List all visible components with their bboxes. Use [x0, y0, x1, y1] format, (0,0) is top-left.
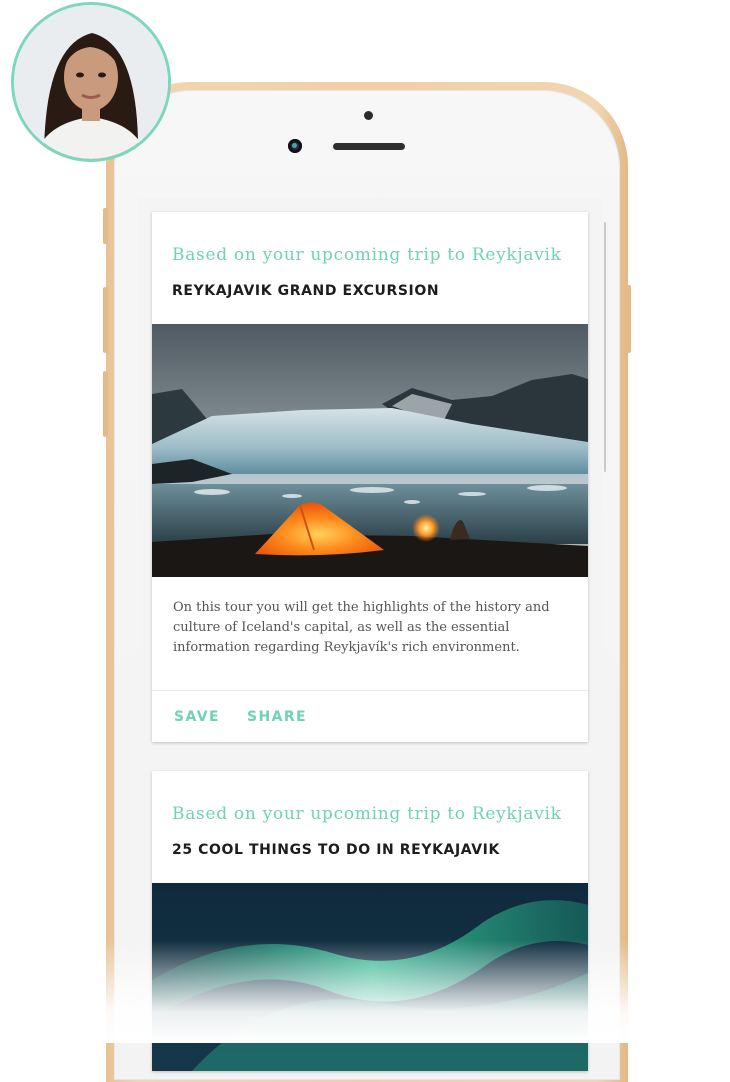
phone-silent-switch — [103, 208, 108, 244]
proximity-sensor — [364, 111, 373, 120]
save-button[interactable]: SAVE — [174, 709, 220, 725]
phone-volume-up — [103, 287, 108, 353]
card-title[interactable]: REYKAJAVIK GRAND EXCURSION — [172, 283, 439, 299]
earpiece-speaker — [333, 143, 405, 150]
glacier-lagoon-tent-photo[interactable] — [152, 324, 588, 577]
card-subtitle: Based on your upcoming trip to Reykjavik — [172, 804, 562, 824]
photo-illustration — [152, 324, 588, 577]
card-subtitle: Based on your upcoming trip to Reykjavik — [172, 245, 562, 265]
user-avatar[interactable] — [11, 2, 171, 162]
user-avatar-icon — [14, 5, 168, 159]
bottom-fade-overlay — [0, 940, 730, 1043]
front-camera — [288, 139, 302, 153]
phone-power-button — [626, 285, 631, 353]
card-title[interactable]: 25 COOL THINGS TO DO IN REYKAJAVIK — [172, 842, 500, 858]
trip-card-grand-excursion[interactable]: Based on your upcoming trip to Reykjavik… — [152, 212, 588, 742]
card-divider — [152, 690, 588, 691]
phone-volume-down — [103, 371, 108, 437]
card-description: On this tour you will get the highlights… — [173, 600, 550, 655]
scrollbar[interactable] — [604, 222, 606, 472]
share-button[interactable]: SHARE — [247, 709, 307, 725]
